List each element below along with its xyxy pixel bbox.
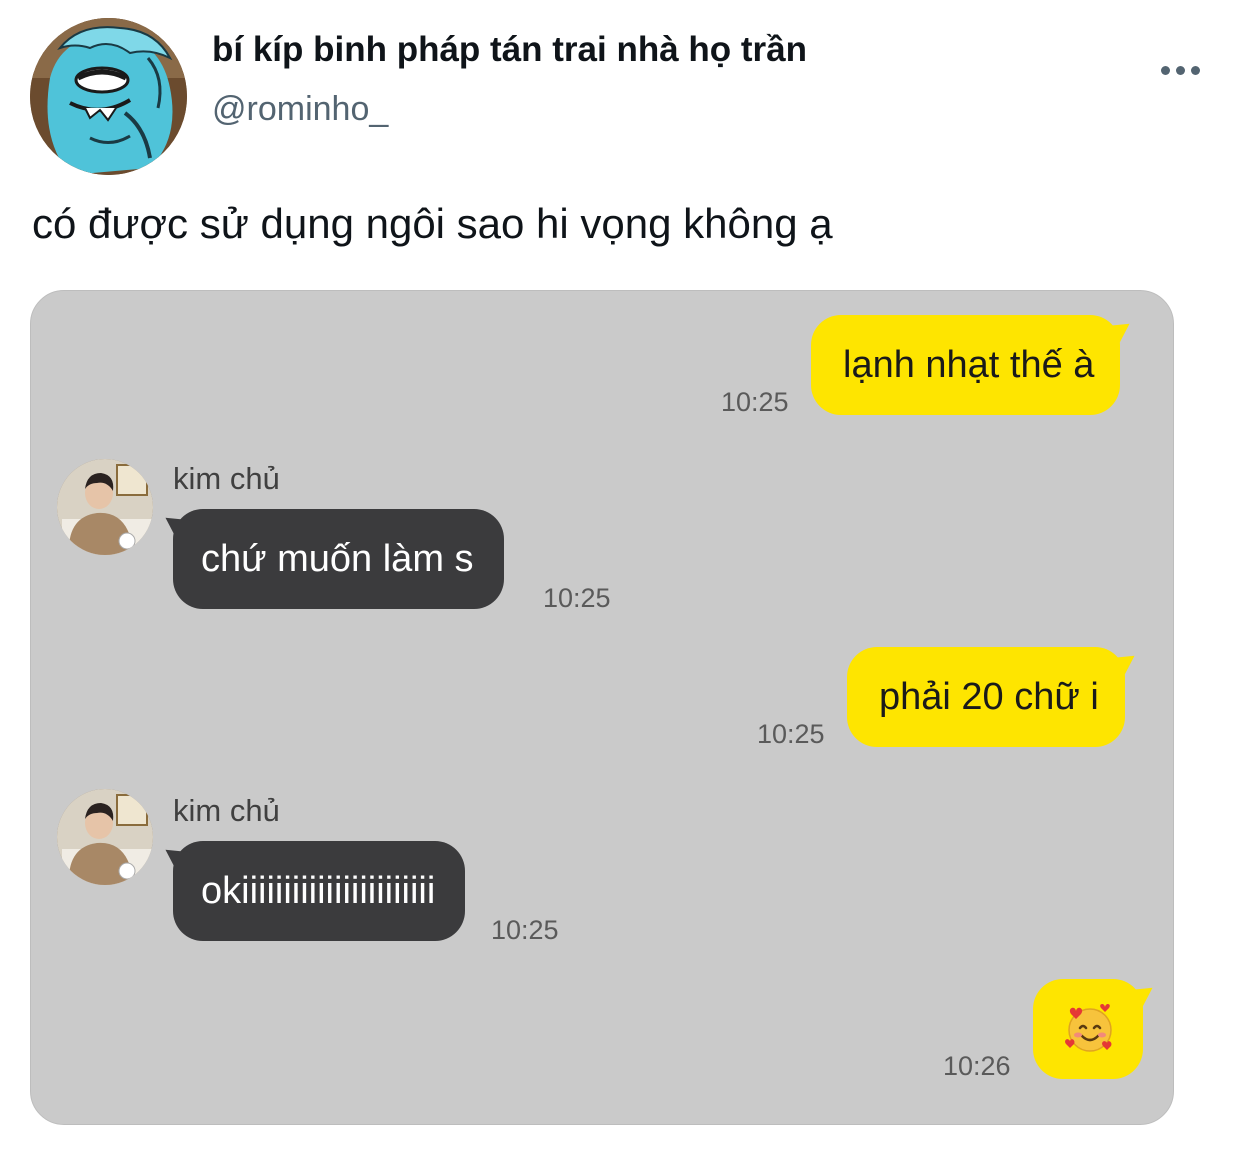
message-text: lạnh nhạt thế à xyxy=(843,343,1095,386)
user-handle[interactable]: @rominho_ xyxy=(212,90,388,129)
incoming-message-bubble: okiiiiiiiiiiiiiiiiiiiiiii xyxy=(173,841,466,941)
profile-avatar[interactable] xyxy=(30,18,187,175)
more-horizontal-icon xyxy=(1160,65,1170,75)
sender-name: kim chủ xyxy=(173,461,280,496)
message-timestamp: 10:25 xyxy=(757,719,825,749)
more-horizontal-icon-dot xyxy=(1175,65,1185,75)
tweet-text: có được sử dụng ngôi sao hi vọng không ạ xyxy=(32,200,833,247)
incoming-message-bubble: chứ muốn làm s xyxy=(173,509,504,609)
message-text: phải 20 chữ i xyxy=(879,675,1099,718)
message-timestamp: 10:25 xyxy=(721,387,789,417)
outgoing-message-bubble: lạnh nhạt thế à xyxy=(811,315,1121,415)
sender-name: kim chủ xyxy=(173,793,280,828)
more-horizontal-icon-dot xyxy=(1190,65,1200,75)
message-timestamp: 10:25 xyxy=(491,915,559,945)
sender-avatar[interactable] xyxy=(57,459,153,555)
message-timestamp: 10:26 xyxy=(943,1051,1011,1081)
display-name[interactable]: bí kíp binh pháp tán trai nhà họ trần xyxy=(212,30,807,70)
outgoing-message-bubble xyxy=(1033,979,1143,1079)
attached-chat-screenshot[interactable]: lạnh nhạt thế à 10:25 kim chủ chứ muốn l… xyxy=(30,290,1174,1125)
message-text: okiiiiiiiiiiiiiiiiiiiiiii xyxy=(201,869,436,912)
tweet-card: bí kíp binh pháp tán trai nhà họ trần @r… xyxy=(0,0,1242,1154)
message-timestamp: 10:25 xyxy=(543,583,611,613)
friend-photo-image xyxy=(57,789,153,885)
outgoing-message-bubble: phải 20 chữ i xyxy=(847,647,1125,747)
smiling-face-with-hearts-emoji xyxy=(1065,1004,1112,1052)
sender-avatar[interactable] xyxy=(57,789,153,885)
cartoon-avatar-image xyxy=(30,18,187,175)
message-text: chứ muốn làm s xyxy=(201,537,474,580)
friend-photo-image xyxy=(57,459,153,555)
more-options-button[interactable] xyxy=(1152,52,1208,88)
